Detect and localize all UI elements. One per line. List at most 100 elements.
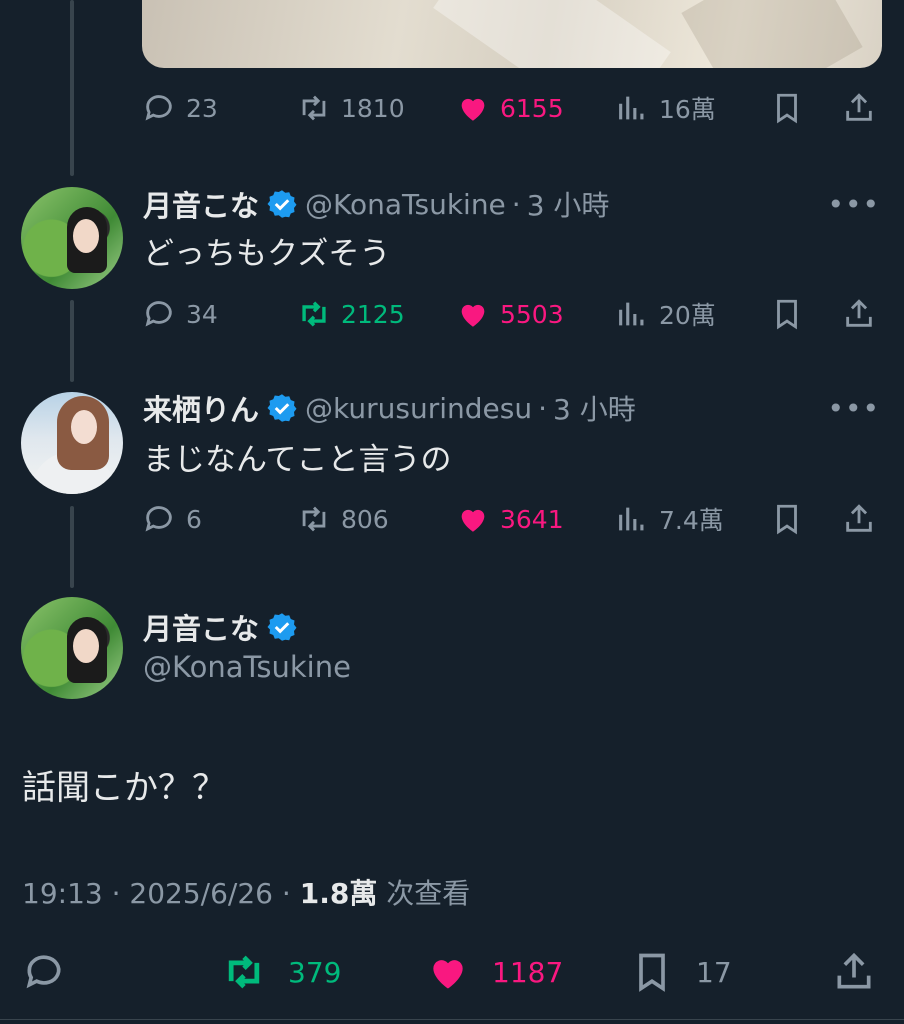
bookmark-count: 17 (696, 955, 732, 989)
display-name[interactable]: 来栖りん (143, 387, 259, 429)
like-button[interactable]: 5503 (456, 290, 564, 338)
post-time[interactable]: 19:13 (22, 877, 103, 910)
retweet-button[interactable]: 2125 (297, 290, 405, 338)
bookmark-icon (777, 299, 797, 330)
reply-header: 来栖りん @kurusurindesu · 3 小時 (143, 388, 636, 428)
display-name[interactable]: 月音こな (143, 606, 259, 648)
separator: · (511, 187, 521, 221)
bookmark-button[interactable] (770, 290, 804, 338)
post-date[interactable]: 2025/6/26 (129, 877, 273, 910)
reply-icon (145, 506, 172, 532)
more-icon[interactable]: ••• (827, 188, 880, 221)
retweet-button[interactable]: 379 (222, 942, 341, 1002)
share-button[interactable] (842, 84, 876, 132)
reply-button[interactable]: 23 (142, 84, 218, 132)
reply1-actions: 34 2125 5503 20萬 (142, 290, 882, 338)
like-button[interactable]: 3641 (456, 495, 564, 543)
bookmark-icon (777, 504, 797, 535)
reply-header: 月音こな @KonaTsukine · 3 小時 (143, 184, 609, 224)
reply-count: 23 (186, 93, 218, 123)
share-icon (846, 299, 872, 327)
views-count: 7.4萬 (659, 506, 724, 535)
bookmark-button[interactable]: 17 (630, 942, 732, 1002)
retweet-count: 1810 (341, 93, 405, 123)
thread-line (70, 0, 74, 176)
reply-button[interactable]: 6 (142, 495, 202, 543)
like-count: 5503 (500, 299, 564, 329)
like-icon (461, 98, 485, 121)
avatar[interactable] (21, 597, 123, 699)
user-handle[interactable]: @kurusurindesu (305, 392, 532, 425)
reply2-actions: 6 806 3641 7.4萬 (142, 495, 882, 543)
reply-icon (26, 955, 61, 989)
share-button[interactable] (832, 942, 876, 1002)
main-post-text: 話聞こか？？ (22, 768, 226, 808)
views-icon (619, 507, 644, 531)
reply-button[interactable] (22, 942, 66, 1002)
retweet-count: 379 (288, 955, 342, 989)
top-post-actions: 23 1810 6155 16萬 (142, 84, 882, 132)
views-button[interactable]: 7.4萬 (615, 495, 724, 543)
main-post-actions: 379 1187 17 (0, 942, 904, 1002)
share-icon (846, 504, 872, 532)
like-button[interactable]: 6155 (456, 84, 564, 132)
share-button[interactable] (842, 495, 876, 543)
share-button[interactable] (842, 290, 876, 338)
post-media-image[interactable] (142, 0, 882, 68)
post-time[interactable]: 3 小時 (527, 184, 610, 224)
retweet-count: 806 (341, 504, 389, 534)
bookmark-icon (777, 93, 797, 124)
reply-icon (145, 301, 172, 327)
verified-icon (267, 190, 297, 218)
retweet-icon (302, 301, 326, 327)
divider (0, 1019, 904, 1020)
post-time[interactable]: 3 小時 (553, 388, 636, 428)
separator: · (281, 877, 291, 910)
retweet-button[interactable]: 806 (297, 495, 389, 543)
retweet-button[interactable]: 1810 (297, 84, 405, 132)
user-handle[interactable]: @KonaTsukine (143, 650, 351, 684)
reply-count: 6 (186, 504, 202, 534)
views-count: 1.8萬 (299, 877, 378, 910)
views-count: 16萬 (659, 95, 716, 124)
views-button[interactable]: 20萬 (615, 290, 716, 338)
views-icon (619, 96, 644, 120)
retweet-icon (302, 506, 326, 532)
views-button[interactable]: 16萬 (615, 84, 716, 132)
separator: · (538, 391, 547, 425)
bookmark-button[interactable] (770, 495, 804, 543)
retweet-icon (302, 95, 326, 121)
bookmark-icon (639, 953, 665, 992)
bookmark-button[interactable] (770, 84, 804, 132)
share-icon (837, 952, 871, 989)
views-label: 次查看 (386, 877, 471, 910)
reply-icon (145, 95, 172, 121)
reply-count: 34 (186, 299, 218, 329)
post-meta: 19:13 · 2025/6/26 · 1.8萬 次查看 (22, 872, 470, 912)
separator: · (111, 877, 121, 910)
thread-line (70, 506, 74, 588)
retweet-icon (228, 955, 260, 989)
share-icon (846, 93, 872, 121)
avatar[interactable] (21, 187, 123, 289)
views-icon (619, 302, 644, 326)
reply-button[interactable]: 34 (142, 290, 218, 338)
like-icon (433, 960, 463, 989)
retweet-count: 2125 (341, 299, 405, 329)
like-icon (461, 509, 485, 532)
avatar[interactable] (21, 392, 123, 494)
like-count: 3641 (500, 504, 564, 534)
post-text: どっちもクズそう (143, 236, 391, 272)
verified-icon (267, 394, 297, 422)
like-count: 1187 (492, 955, 564, 989)
display-name[interactable]: 月音こな (143, 183, 259, 225)
views-count: 20萬 (659, 301, 716, 330)
user-handle[interactable]: @KonaTsukine (305, 188, 506, 221)
like-icon (461, 304, 485, 327)
verified-icon (267, 613, 297, 641)
post-text: まじなんてこと言うの (143, 442, 452, 478)
thread-line (70, 300, 74, 382)
like-count: 6155 (500, 93, 564, 123)
like-button[interactable]: 1187 (426, 942, 563, 1002)
more-icon[interactable]: ••• (827, 392, 880, 425)
